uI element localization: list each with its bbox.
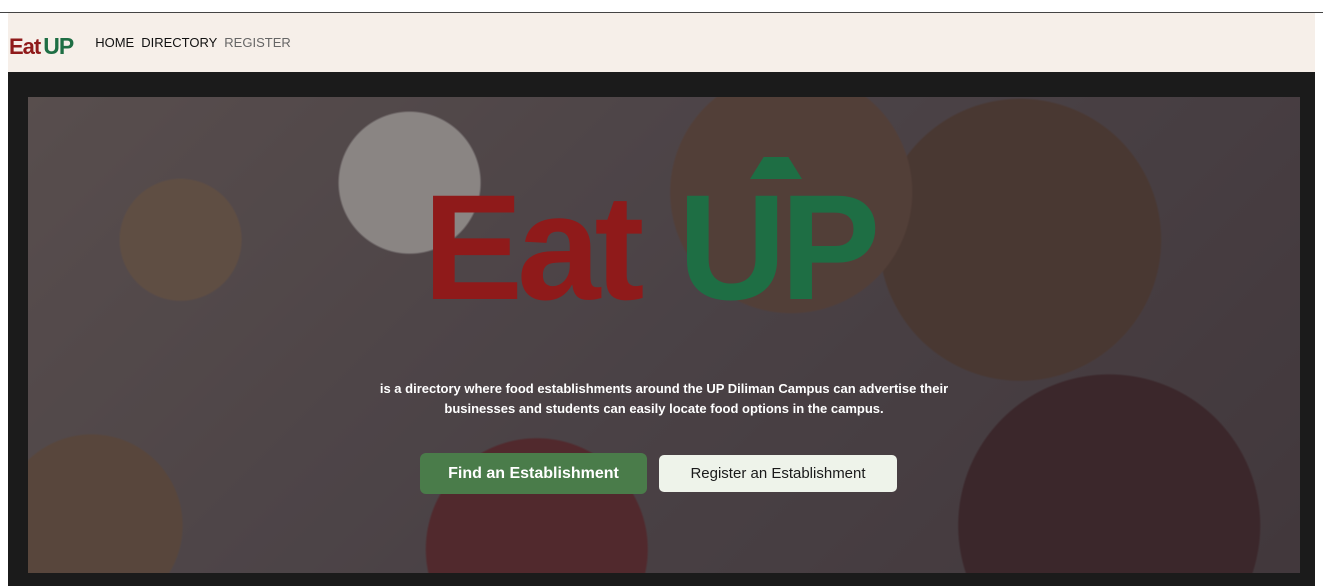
hero-tagline: is a directory where food establishments… [298,379,1030,419]
hero-tagline-line2: businesses and students can easily locat… [444,401,884,416]
nav-link-directory[interactable]: DIRECTORY [141,35,217,50]
page-frame: Eat UP HOME DIRECTORY REGISTER Eat UP is… [8,13,1315,586]
nav-link-home[interactable]: HOME [95,35,134,50]
brand-logo[interactable]: Eat UP [9,28,74,59]
hero-logo-up: UP [678,163,875,317]
hero-logo-eat: Eat [423,163,643,317]
hero-logo-up-arrow [750,157,802,179]
hero-tagline-line1: is a directory where food establishments… [379,381,949,396]
hero-logo: Eat UP [423,157,881,317]
window-top-edge [0,0,1323,13]
brand-up-text: UP [43,32,74,59]
nav-link-register[interactable]: REGISTER [224,35,290,50]
hero-banner: Eat UP is a directory where food establi… [28,97,1300,573]
navbar: Eat UP HOME DIRECTORY REGISTER [8,13,1315,72]
register-establishment-button[interactable]: Register an Establishment [659,455,897,492]
find-establishment-button[interactable]: Find an Establishment [420,453,647,494]
brand-eat-text: Eat [9,33,41,59]
